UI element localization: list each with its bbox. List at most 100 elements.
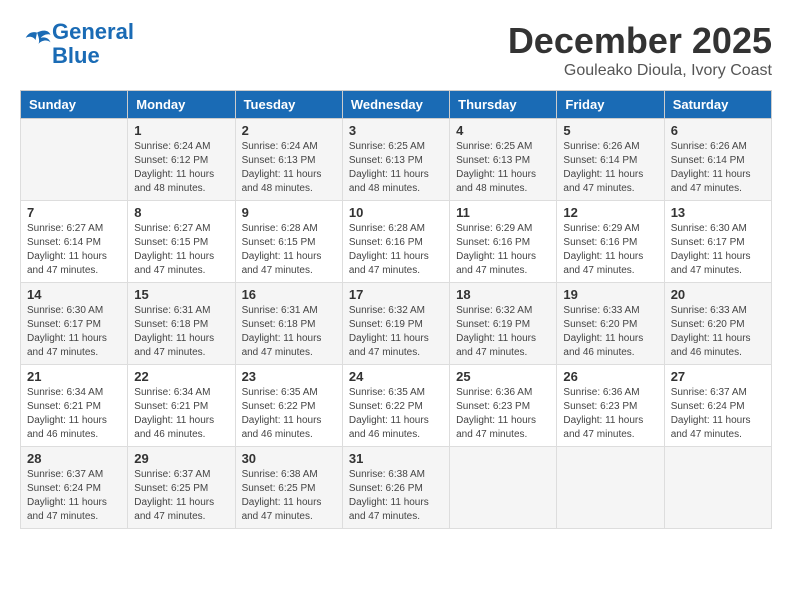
day-info: Sunrise: 6:28 AM Sunset: 6:16 PM Dayligh… xyxy=(349,222,443,278)
day-number: 2 xyxy=(242,123,336,138)
day-info: Sunrise: 6:33 AM Sunset: 6:20 PM Dayligh… xyxy=(563,304,657,360)
day-number: 29 xyxy=(134,451,228,466)
calendar-cell: 22 Sunrise: 6:34 AM Sunset: 6:21 PM Dayli… xyxy=(128,365,235,447)
calendar-cell: 6Sunrise: 6:26 AM Sunset: 6:14 PM Daylig… xyxy=(664,119,771,201)
day-info: Sunrise: 6:27 AM Sunset: 6:15 PM Dayligh… xyxy=(134,222,228,278)
calendar-cell: 14 Sunrise: 6:30 AM Sunset: 6:17 PM Dayli… xyxy=(21,283,128,365)
day-info: Sunrise: 6:36 AM Sunset: 6:23 PM Dayligh… xyxy=(456,386,550,442)
logo: General Blue xyxy=(20,20,134,68)
day-number: 21 xyxy=(27,369,121,384)
calendar-cell: 3 Sunrise: 6:25 AM Sunset: 6:13 PM Daylig… xyxy=(342,119,449,201)
weekday-header-sunday: Sunday xyxy=(21,91,128,119)
calendar-cell: 7 Sunrise: 6:27 AM Sunset: 6:14 PM Daylig… xyxy=(21,201,128,283)
day-info: Sunrise: 6:35 AM Sunset: 6:22 PM Dayligh… xyxy=(349,386,443,442)
day-info: Sunrise: 6:38 AM Sunset: 6:26 PM Dayligh… xyxy=(349,468,443,524)
week-row-4: 21 Sunrise: 6:34 AM Sunset: 6:21 PM Dayli… xyxy=(21,365,772,447)
week-row-5: 28Sunrise: 6:37 AM Sunset: 6:24 PM Dayli… xyxy=(21,447,772,529)
calendar-cell: 1 Sunrise: 6:24 AM Sunset: 6:12 PM Daylig… xyxy=(128,119,235,201)
week-row-1: 1 Sunrise: 6:24 AM Sunset: 6:12 PM Daylig… xyxy=(21,119,772,201)
title-block: December 2025 Gouleako Dioula, Ivory Coa… xyxy=(508,20,772,80)
day-number: 25 xyxy=(456,369,550,384)
day-number: 9 xyxy=(242,205,336,220)
day-number: 31 xyxy=(349,451,443,466)
weekday-header-tuesday: Tuesday xyxy=(235,91,342,119)
calendar-cell: 27Sunrise: 6:37 AM Sunset: 6:24 PM Dayli… xyxy=(664,365,771,447)
location-subtitle: Gouleako Dioula, Ivory Coast xyxy=(508,62,772,80)
day-info: Sunrise: 6:34 AM Sunset: 6:21 PM Dayligh… xyxy=(134,386,228,442)
day-number: 14 xyxy=(27,287,121,302)
weekday-header-row: SundayMondayTuesdayWednesdayThursdayFrid… xyxy=(21,91,772,119)
day-number: 15 xyxy=(134,287,228,302)
day-number: 18 xyxy=(456,287,550,302)
day-info: Sunrise: 6:31 AM Sunset: 6:18 PM Dayligh… xyxy=(134,304,228,360)
day-info: Sunrise: 6:24 AM Sunset: 6:13 PM Dayligh… xyxy=(242,140,336,196)
calendar-cell: 2 Sunrise: 6:24 AM Sunset: 6:13 PM Daylig… xyxy=(235,119,342,201)
calendar-cell: 12Sunrise: 6:29 AM Sunset: 6:16 PM Dayli… xyxy=(557,201,664,283)
day-number: 7 xyxy=(27,205,121,220)
day-info: Sunrise: 6:35 AM Sunset: 6:22 PM Dayligh… xyxy=(242,386,336,442)
day-info: Sunrise: 6:29 AM Sunset: 6:16 PM Dayligh… xyxy=(456,222,550,278)
day-number: 12 xyxy=(563,205,657,220)
weekday-header-monday: Monday xyxy=(128,91,235,119)
day-info: Sunrise: 6:38 AM Sunset: 6:25 PM Dayligh… xyxy=(242,468,336,524)
calendar-cell: 25 Sunrise: 6:36 AM Sunset: 6:23 PM Dayli… xyxy=(450,365,557,447)
calendar-cell: 17 Sunrise: 6:32 AM Sunset: 6:19 PM Dayli… xyxy=(342,283,449,365)
calendar-cell: 24 Sunrise: 6:35 AM Sunset: 6:22 PM Dayli… xyxy=(342,365,449,447)
calendar-cell xyxy=(21,119,128,201)
day-number: 17 xyxy=(349,287,443,302)
day-info: Sunrise: 6:26 AM Sunset: 6:14 PM Dayligh… xyxy=(563,140,657,196)
day-number: 22 xyxy=(134,369,228,384)
day-info: Sunrise: 6:28 AM Sunset: 6:15 PM Dayligh… xyxy=(242,222,336,278)
day-info: Sunrise: 6:33 AM Sunset: 6:20 PM Dayligh… xyxy=(671,304,765,360)
calendar-cell: 5Sunrise: 6:26 AM Sunset: 6:14 PM Daylig… xyxy=(557,119,664,201)
day-info: Sunrise: 6:31 AM Sunset: 6:18 PM Dayligh… xyxy=(242,304,336,360)
calendar-cell: 31 Sunrise: 6:38 AM Sunset: 6:26 PM Dayli… xyxy=(342,447,449,529)
calendar-cell: 23Sunrise: 6:35 AM Sunset: 6:22 PM Dayli… xyxy=(235,365,342,447)
weekday-header-wednesday: Wednesday xyxy=(342,91,449,119)
calendar-cell: 21 Sunrise: 6:34 AM Sunset: 6:21 PM Dayli… xyxy=(21,365,128,447)
day-info: Sunrise: 6:32 AM Sunset: 6:19 PM Dayligh… xyxy=(349,304,443,360)
weekday-header-friday: Friday xyxy=(557,91,664,119)
calendar-cell: 18 Sunrise: 6:32 AM Sunset: 6:19 PM Dayli… xyxy=(450,283,557,365)
calendar-table: SundayMondayTuesdayWednesdayThursdayFrid… xyxy=(20,90,772,529)
day-number: 27 xyxy=(671,369,765,384)
week-row-3: 14 Sunrise: 6:30 AM Sunset: 6:17 PM Dayli… xyxy=(21,283,772,365)
day-number: 30 xyxy=(242,451,336,466)
day-info: Sunrise: 6:30 AM Sunset: 6:17 PM Dayligh… xyxy=(671,222,765,278)
calendar-cell: 9 Sunrise: 6:28 AM Sunset: 6:15 PM Daylig… xyxy=(235,201,342,283)
calendar-cell: 15 Sunrise: 6:31 AM Sunset: 6:18 PM Dayli… xyxy=(128,283,235,365)
day-info: Sunrise: 6:26 AM Sunset: 6:14 PM Dayligh… xyxy=(671,140,765,196)
calendar-cell: 29 Sunrise: 6:37 AM Sunset: 6:25 PM Dayli… xyxy=(128,447,235,529)
day-number: 13 xyxy=(671,205,765,220)
logo-text-general: General xyxy=(52,19,134,44)
calendar-cell xyxy=(664,447,771,529)
day-number: 24 xyxy=(349,369,443,384)
day-info: Sunrise: 6:27 AM Sunset: 6:14 PM Dayligh… xyxy=(27,222,121,278)
logo-text-blue: Blue xyxy=(52,43,100,68)
calendar-cell: 4 Sunrise: 6:25 AM Sunset: 6:13 PM Daylig… xyxy=(450,119,557,201)
day-info: Sunrise: 6:24 AM Sunset: 6:12 PM Dayligh… xyxy=(134,140,228,196)
month-title: December 2025 xyxy=(508,20,772,62)
day-number: 3 xyxy=(349,123,443,138)
calendar-cell: 26Sunrise: 6:36 AM Sunset: 6:23 PM Dayli… xyxy=(557,365,664,447)
calendar-cell: 30 Sunrise: 6:38 AM Sunset: 6:25 PM Dayli… xyxy=(235,447,342,529)
day-number: 8 xyxy=(134,205,228,220)
day-number: 20 xyxy=(671,287,765,302)
day-info: Sunrise: 6:32 AM Sunset: 6:19 PM Dayligh… xyxy=(456,304,550,360)
weekday-header-saturday: Saturday xyxy=(664,91,771,119)
day-info: Sunrise: 6:34 AM Sunset: 6:21 PM Dayligh… xyxy=(27,386,121,442)
day-number: 10 xyxy=(349,205,443,220)
page-header: General Blue December 2025 Gouleako Diou… xyxy=(20,20,772,80)
day-info: Sunrise: 6:30 AM Sunset: 6:17 PM Dayligh… xyxy=(27,304,121,360)
day-info: Sunrise: 6:37 AM Sunset: 6:25 PM Dayligh… xyxy=(134,468,228,524)
calendar-cell: 8 Sunrise: 6:27 AM Sunset: 6:15 PM Daylig… xyxy=(128,201,235,283)
calendar-cell: 13 Sunrise: 6:30 AM Sunset: 6:17 PM Dayli… xyxy=(664,201,771,283)
day-number: 1 xyxy=(134,123,228,138)
calendar-cell xyxy=(450,447,557,529)
day-number: 16 xyxy=(242,287,336,302)
day-number: 4 xyxy=(456,123,550,138)
day-info: Sunrise: 6:25 AM Sunset: 6:13 PM Dayligh… xyxy=(456,140,550,196)
calendar-cell: 19Sunrise: 6:33 AM Sunset: 6:20 PM Dayli… xyxy=(557,283,664,365)
day-info: Sunrise: 6:25 AM Sunset: 6:13 PM Dayligh… xyxy=(349,140,443,196)
calendar-cell xyxy=(557,447,664,529)
